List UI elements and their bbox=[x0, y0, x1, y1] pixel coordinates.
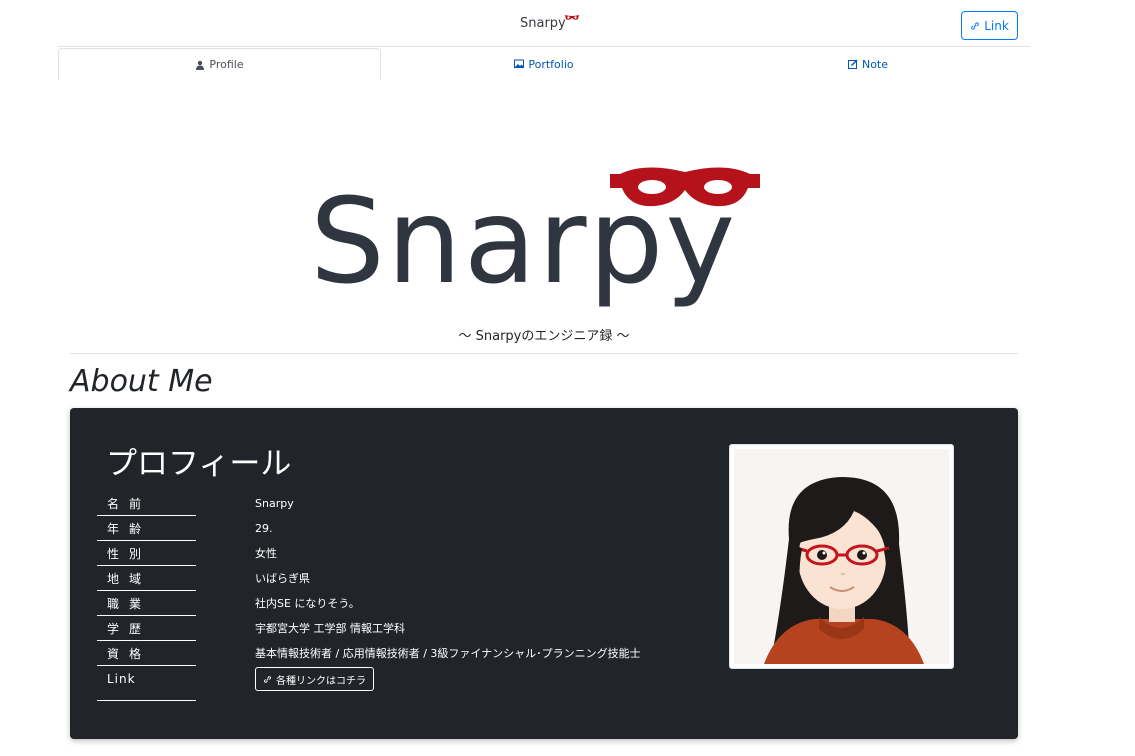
profile-title: プロフィール bbox=[106, 446, 292, 482]
tab-label: Portfolio bbox=[528, 57, 574, 71]
person-icon bbox=[196, 60, 205, 70]
row-value: 基本情報技術者 / 応用情報技術者 / 3級ファイナンシャル･プランニング技能士 bbox=[255, 647, 641, 660]
avatar-illustration bbox=[734, 449, 949, 664]
row-value: 社内SE になりそう。 bbox=[255, 597, 360, 610]
profile-row-link: Link 各種リンクはコチラ bbox=[97, 667, 632, 705]
profile-row-occupation: 職業 社内SE になりそう。 bbox=[97, 594, 632, 619]
mask-icon bbox=[564, 15, 579, 20]
row-value: 29. bbox=[255, 522, 273, 535]
tab-label: Profile bbox=[209, 58, 244, 71]
row-value: 宇都宮大学 工学部 情報工学科 bbox=[255, 622, 405, 635]
avatar bbox=[729, 444, 954, 669]
row-label: 学歴 bbox=[97, 619, 196, 641]
profile-row-region: 地域 いばらぎ県 bbox=[97, 569, 632, 594]
image-icon bbox=[514, 59, 525, 68]
row-label: 資格 bbox=[97, 644, 196, 666]
tab-profile[interactable]: Profile bbox=[58, 48, 381, 80]
profile-row-gender: 性別 女性 bbox=[97, 544, 632, 569]
row-label: 性別 bbox=[97, 544, 196, 566]
snarpy-logo: Snarpy bbox=[310, 167, 760, 310]
row-value: Snarpy bbox=[255, 497, 294, 510]
about-heading: About Me bbox=[70, 364, 213, 399]
link-icon bbox=[971, 21, 980, 30]
brand-text: Snarpy bbox=[520, 16, 566, 31]
link-button[interactable]: Link bbox=[961, 11, 1018, 40]
row-label: 地域 bbox=[97, 569, 196, 591]
tagline: 〜 Snarpyのエンジニア録 〜 bbox=[458, 329, 630, 344]
row-label: 職業 bbox=[97, 594, 196, 616]
tab-label: Note bbox=[861, 57, 889, 71]
tab-portfolio[interactable]: Portfolio bbox=[382, 48, 706, 80]
profile-row-education: 学歴 宇都宮大学 工学部 情報工学科 bbox=[97, 619, 632, 644]
row-label: Link bbox=[97, 669, 196, 701]
brand[interactable]: Snarpy bbox=[520, 15, 580, 31]
links-button[interactable]: 各種リンクはコチラ bbox=[255, 667, 374, 691]
links-button-label: 各種リンクはコチラ bbox=[276, 675, 366, 687]
row-label: 名前 bbox=[97, 494, 196, 516]
edit-icon bbox=[847, 59, 858, 69]
top-navbar: Snarpy Link bbox=[58, 0, 1030, 47]
divider bbox=[70, 353, 1018, 354]
tab-note[interactable]: Note bbox=[706, 48, 1030, 80]
link-button-label: Link bbox=[984, 18, 1009, 33]
profile-row-age: 年齢 29. bbox=[97, 519, 632, 544]
profile-card: プロフィール 名前 Snarpy 年齢 29. 性別 女性 地域 いばらぎ県 職… bbox=[70, 408, 1018, 739]
link-icon bbox=[263, 675, 272, 683]
row-value: 女性 bbox=[255, 547, 277, 560]
row-value: いばらぎ県 bbox=[255, 572, 310, 585]
tab-bar: Profile Portfolio Note bbox=[58, 48, 1030, 80]
row-label: 年齢 bbox=[97, 519, 196, 541]
profile-row-qualifications: 資格 基本情報技術者 / 応用情報技術者 / 3級ファイナンシャル･プランニング… bbox=[97, 644, 641, 669]
profile-row-name: 名前 Snarpy bbox=[97, 494, 632, 519]
